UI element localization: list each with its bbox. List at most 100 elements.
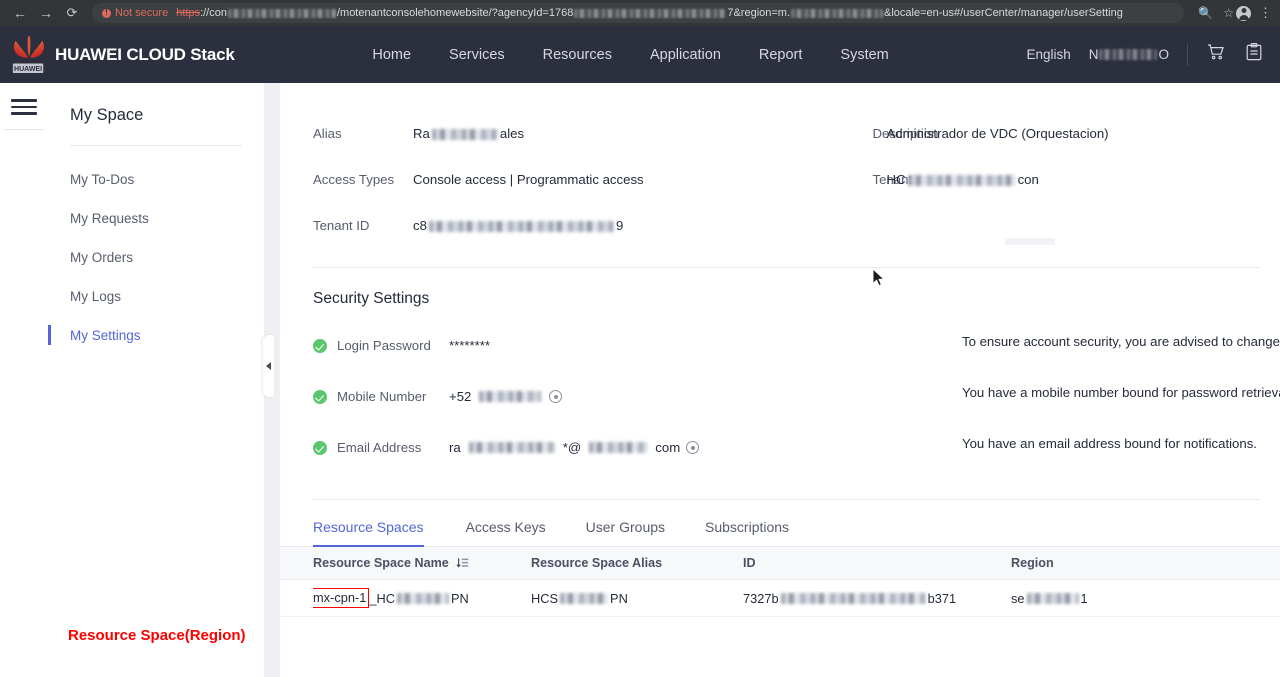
tab-user-groups[interactable]: User Groups (566, 500, 685, 546)
main-navigation: Home Services Resources Application Repo… (235, 47, 1027, 63)
tenant-redaction (907, 174, 1016, 186)
column-label: Resource Space Alias (531, 556, 663, 570)
forward-arrow-icon[interactable]: → (34, 2, 58, 24)
annotation-text: Resource Space(Region) (68, 627, 246, 644)
description-label: Description (872, 126, 939, 141)
email-prefix: ra (449, 440, 461, 455)
tenant-label: Tenant (872, 172, 913, 187)
login-password-hint: To ensure account security, you are advi… (962, 334, 1280, 349)
not-secure-label: Not secure (115, 7, 169, 19)
sidebar-divider (70, 145, 242, 146)
sidebar-title: My Space (70, 106, 144, 124)
alias-label: Alias (313, 126, 342, 141)
cell-id: 7327b b371 (743, 591, 1011, 606)
account-name[interactable]: NO (1089, 47, 1169, 62)
reveal-eye-icon[interactable] (549, 390, 563, 403)
sidebar-item-label: My Settings (70, 328, 141, 343)
column-header-id[interactable]: ID (743, 556, 1011, 570)
cell-region: se 1 (1011, 591, 1280, 606)
alias-value: Ra ales (413, 111, 787, 157)
sidebar-item-label: My Orders (70, 250, 134, 265)
sidebar-collapse-button[interactable] (263, 335, 274, 397)
sidebar-menu: My To-Dos My Requests My Orders My Logs … (48, 160, 264, 355)
sidebar-item-label: My Logs (70, 289, 122, 304)
tenant-id-label: Tenant ID (313, 218, 370, 233)
alias-redaction (431, 128, 498, 140)
main-content: Alias Ra ales Description Administrador … (280, 83, 1280, 677)
security-rows: Login Password ******** To ensure accoun… (280, 320, 1280, 473)
table-row[interactable]: mx-cpn-1 _HC PN HCS PN 7327b b371 se 1 (280, 580, 1280, 617)
nav-item-system[interactable]: System (840, 47, 888, 63)
mobile-country-code: +52 (449, 389, 472, 404)
sidebar-item-my-orders[interactable]: My Orders (48, 238, 264, 277)
url-path: /motenantconsolehomewebsite/?agencyId=17… (336, 7, 574, 19)
header-actions: English NO (1026, 42, 1264, 67)
nav-item-home[interactable]: Home (372, 47, 411, 63)
column-header-region[interactable]: Region (1011, 556, 1280, 570)
not-secure-indicator[interactable]: Not secure (102, 7, 168, 19)
star-icon[interactable]: ☆ (1223, 6, 1234, 20)
cell-resource-space-name: mx-cpn-1 _HC PN (313, 588, 531, 608)
shopping-cart-icon[interactable] (1206, 42, 1226, 67)
id-cell-suffix: b371 (927, 590, 957, 606)
access-types-label: Access Types (313, 172, 395, 187)
hamburger-menu-icon[interactable] (11, 99, 37, 129)
tenant-id-redaction (428, 220, 614, 232)
url-redaction-1 (227, 8, 336, 18)
tab-subscriptions[interactable]: Subscriptions (685, 500, 809, 546)
address-bar[interactable]: Not secure https ://con /motenantconsole… (92, 3, 1185, 23)
page-body: My Space My To-Dos My Requests My Orders… (0, 83, 1280, 677)
url-text: https ://con /motenantconsolehomewebsite… (176, 7, 1123, 19)
back-arrow-icon[interactable]: ← (8, 2, 32, 24)
security-row-email-address: Email Address ra *@ com You have an emai… (280, 422, 1280, 473)
nav-item-application[interactable]: Application (650, 47, 721, 63)
region-cell-redaction (1026, 592, 1079, 604)
highlighted-region-name: mx-cpn-1 (313, 588, 370, 608)
svg-text:HUAWEI: HUAWEI (14, 65, 42, 72)
tenant-value: HC con (887, 157, 1261, 203)
access-types-value: Console access | Programmatic access (413, 172, 644, 187)
tenant-value-suffix: con (1017, 172, 1039, 187)
reload-icon[interactable]: ⟳ (60, 2, 84, 24)
id-cell-redaction (780, 592, 926, 604)
nav-item-report[interactable]: Report (759, 47, 803, 63)
nav-item-resources[interactable]: Resources (543, 47, 612, 63)
header-divider (1187, 43, 1188, 66)
tab-access-keys[interactable]: Access Keys (446, 500, 566, 546)
brand-logo[interactable]: HUAWEI HUAWEI CLOUD Stack (10, 35, 235, 75)
resource-name-rest-suffix: PN (450, 590, 469, 606)
zoom-search-icon[interactable]: 🔍 (1198, 6, 1213, 20)
tab-label: Resource Spaces (313, 519, 424, 535)
sort-descending-icon[interactable] (456, 557, 469, 570)
sidebar-item-my-to-dos[interactable]: My To-Dos (48, 160, 264, 199)
tab-label: Access Keys (465, 519, 546, 535)
region-cell-prefix: se (1011, 590, 1025, 606)
sidebar-item-my-settings[interactable]: My Settings (48, 316, 264, 355)
language-selector[interactable]: English (1026, 47, 1070, 62)
column-label: ID (743, 556, 756, 570)
profile-avatar-icon[interactable] (1236, 5, 1251, 21)
alias-cell-prefix: HCS (531, 590, 559, 606)
tenant-id-value: c8 9 (413, 203, 787, 249)
security-settings-title: Security Settings (313, 290, 430, 307)
column-header-resource-space-name[interactable]: Resource Space Name (313, 556, 531, 570)
column-header-resource-space-alias[interactable]: Resource Space Alias (531, 556, 743, 570)
sidebar-item-my-logs[interactable]: My Logs (48, 277, 264, 316)
huawei-flower-logo-icon: HUAWEI (12, 35, 45, 73)
url-region-param: 7&region=m. (727, 7, 791, 19)
three-dot-menu-icon[interactable]: ⋮ (1259, 5, 1272, 21)
nav-item-services[interactable]: Services (449, 47, 505, 63)
reveal-eye-icon[interactable] (686, 441, 700, 454)
table-header-row: Resource Space Name Resource Space Alias (280, 547, 1280, 580)
sidebar-item-my-requests[interactable]: My Requests (48, 199, 264, 238)
email-redaction-1 (468, 442, 555, 453)
resource-name-rest-prefix: _HC (369, 590, 395, 606)
tab-label: Subscriptions (705, 519, 790, 535)
ghost-artifact (1005, 238, 1055, 245)
resource-spaces-table: Resource Space Name Resource Space Alias (280, 547, 1280, 617)
clipboard-icon[interactable] (1244, 42, 1264, 67)
tab-resource-spaces[interactable]: Resource Spaces (313, 500, 446, 547)
region-cell-suffix: 1 (1080, 590, 1088, 606)
account-info-grid: Alias Ra ales Description Administrador … (280, 83, 1280, 249)
green-check-icon (313, 440, 327, 455)
